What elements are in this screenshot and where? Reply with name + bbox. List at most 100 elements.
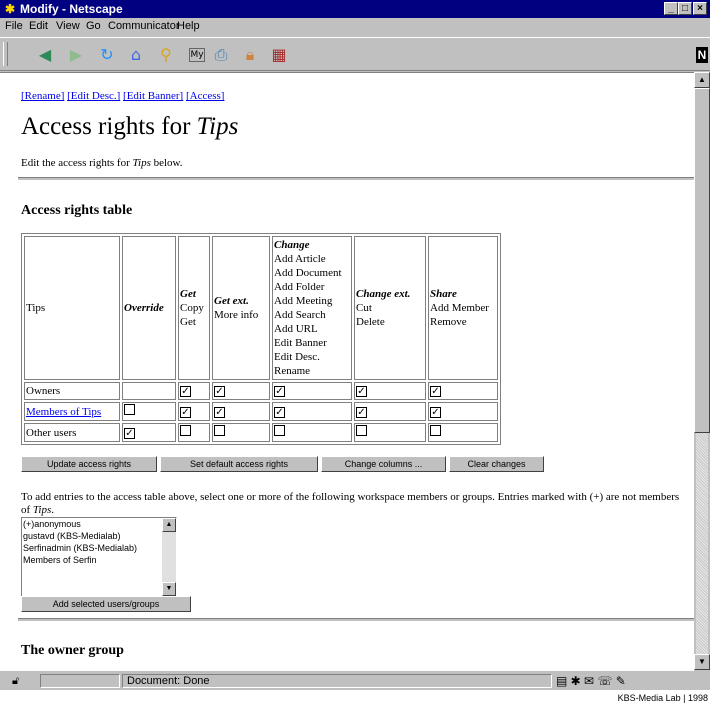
header-change: Change Add Article Add Document Add Folder A… (272, 236, 352, 380)
table-header-row: Tips Override Get Copy Get Get ext. More in… (24, 236, 498, 380)
table-row: Other users ✓ (24, 423, 498, 442)
edit-desc-link[interactable]: [Edit Desc.] (67, 90, 120, 102)
section-heading-owner-group: The owner group (21, 643, 124, 658)
add-entries-instructions: To add entries to the access table above… (21, 491, 680, 516)
my-netscape-icon[interactable]: My (189, 48, 205, 62)
status-message: Document: Done (127, 675, 210, 687)
close-button[interactable]: × (693, 2, 707, 15)
checkbox-unchecked[interactable] (180, 425, 191, 436)
checkbox-checked[interactable]: ✓ (430, 386, 441, 397)
row-label-owners: Owners (24, 382, 120, 400)
stop-icon[interactable]: ▦ (268, 45, 290, 65)
minimize-button[interactable]: _ (664, 2, 678, 15)
checkbox-checked[interactable]: ✓ (356, 406, 367, 418)
scroll-down-icon[interactable]: ▼ (162, 582, 176, 596)
print-icon[interactable]: ⎙ (210, 45, 232, 65)
listbox-scrollbar[interactable]: ▲ ▼ (162, 518, 176, 596)
checkbox-checked[interactable]: ✓ (180, 386, 191, 397)
scroll-up-icon[interactable]: ▲ (162, 518, 176, 532)
scroll-down-icon[interactable]: ▼ (694, 654, 710, 670)
divider (18, 177, 694, 181)
netscape-logo-icon: N (696, 47, 708, 63)
search-icon[interactable]: ⚲ (155, 45, 177, 65)
component-bar-icons[interactable]: ▤ ✱ ✉ ☏ ✎ (556, 674, 626, 688)
security-lock-icon[interactable]: 🔓︎ (12, 675, 19, 688)
checkbox-checked[interactable]: ✓ (180, 406, 191, 418)
edit-banner-link[interactable]: [Edit Banner] (123, 90, 183, 102)
section-heading-access-table: Access rights table (21, 203, 133, 218)
checkbox-checked[interactable]: ✓ (274, 386, 285, 397)
forward-icon[interactable]: ▶ (65, 45, 87, 65)
menu-help[interactable]: Help (177, 20, 200, 32)
menu-file[interactable]: File (5, 20, 23, 32)
members-of-tips-link[interactable]: Members of Tips (26, 406, 101, 418)
checkbox-checked[interactable]: ✓ (274, 406, 285, 418)
cell-checkbox: ✓ (354, 402, 426, 421)
menu-edit[interactable]: Edit (29, 20, 48, 32)
checkbox-unchecked[interactable] (274, 425, 285, 436)
netscape-app-icon: ✱ (4, 2, 16, 16)
cell-checkbox: ✓ (212, 402, 270, 421)
menu-go[interactable]: Go (86, 20, 101, 32)
checkbox-checked[interactable]: ✓ (214, 386, 225, 397)
header-get-ext: Get ext. More info (212, 236, 270, 380)
checkbox-checked[interactable]: ✓ (214, 406, 225, 418)
status-bar: 🔓︎ Document: Done ▤ ✱ ✉ ☏ ✎ (0, 673, 710, 690)
back-icon[interactable]: ◀ (34, 45, 56, 65)
cell-checkbox: ✓ (178, 402, 210, 421)
clear-changes-button[interactable]: Clear changes (449, 456, 544, 472)
list-item[interactable]: gustavd (KBS-Medialab) (22, 530, 176, 542)
page-scrollbar[interactable]: ▲ ▼ (694, 72, 710, 670)
cell-checkbox: ✓ (212, 382, 270, 400)
cell-checkbox (212, 423, 270, 442)
cell-checkbox: ✓ (428, 382, 498, 400)
add-selected-users-button[interactable]: Add selected users/groups (21, 596, 191, 612)
status-message-box: Document: Done (122, 674, 552, 688)
rename-link[interactable]: [Rename] (21, 90, 64, 102)
cell-checkbox: ✓ (272, 402, 352, 421)
image-credit: KBS-Media Lab | 1998 (617, 693, 708, 703)
cell-checkbox (178, 423, 210, 442)
reload-icon[interactable]: ↻ (96, 45, 118, 65)
checkbox-unchecked[interactable] (214, 425, 225, 436)
toolbar-grip[interactable] (3, 42, 8, 66)
maximize-button[interactable]: □ (678, 2, 692, 15)
change-columns-button[interactable]: Change columns ... (321, 456, 446, 472)
header-change-ext: Change ext. Cut Delete (354, 236, 426, 380)
security-icon[interactable]: 🔒︎ (239, 45, 261, 65)
list-item[interactable]: (+)anonymous (22, 518, 176, 530)
checkbox-unchecked[interactable] (356, 425, 367, 436)
scroll-thumb[interactable] (694, 88, 710, 433)
set-default-access-rights-button[interactable]: Set default access rights (160, 456, 318, 472)
checkbox-unchecked[interactable] (430, 425, 441, 436)
cell-checkbox: ✓ (354, 382, 426, 400)
members-listbox[interactable]: (+)anonymous gustavd (KBS-Medialab) Serf… (21, 517, 177, 597)
checkbox-unchecked[interactable] (124, 404, 135, 415)
access-rights-table: Tips Override Get Copy Get Get ext. More in… (21, 233, 501, 445)
cell-checkbox (354, 423, 426, 442)
row-label-other-users: Other users (24, 423, 120, 442)
window-title: Modify - Netscape (20, 2, 123, 16)
action-links: [Rename] [Edit Desc.] [Edit Banner] [Acc… (21, 90, 224, 102)
row-label-members: Members of Tips (24, 402, 120, 421)
access-link[interactable]: [Access] (186, 90, 224, 102)
update-access-rights-button[interactable]: Update access rights (21, 456, 157, 472)
list-item[interactable]: Serfinadmin (KBS-Medialab) (22, 542, 176, 554)
checkbox-checked[interactable]: ✓ (430, 406, 441, 418)
checkbox-checked[interactable]: ✓ (356, 386, 367, 397)
divider (18, 618, 694, 622)
menu-communicator[interactable]: Communicator (108, 20, 180, 32)
cell-empty (122, 382, 176, 400)
cell-checkbox: ✓ (272, 382, 352, 400)
scroll-up-icon[interactable]: ▲ (694, 72, 710, 88)
header-get: Get Copy Get (178, 236, 210, 380)
title-bar: ✱ Modify - Netscape _ □ × (0, 0, 710, 18)
home-icon[interactable]: ⌂ (125, 45, 147, 65)
progress-box (40, 674, 120, 688)
cell-checkbox: ✓ (178, 382, 210, 400)
list-item[interactable]: Members of Serfin (22, 554, 176, 566)
menu-bar: File Edit View Go Communicator Help (0, 18, 710, 36)
cell-checkbox (122, 402, 176, 421)
checkbox-checked[interactable]: ✓ (124, 427, 135, 439)
menu-view[interactable]: View (56, 20, 80, 32)
